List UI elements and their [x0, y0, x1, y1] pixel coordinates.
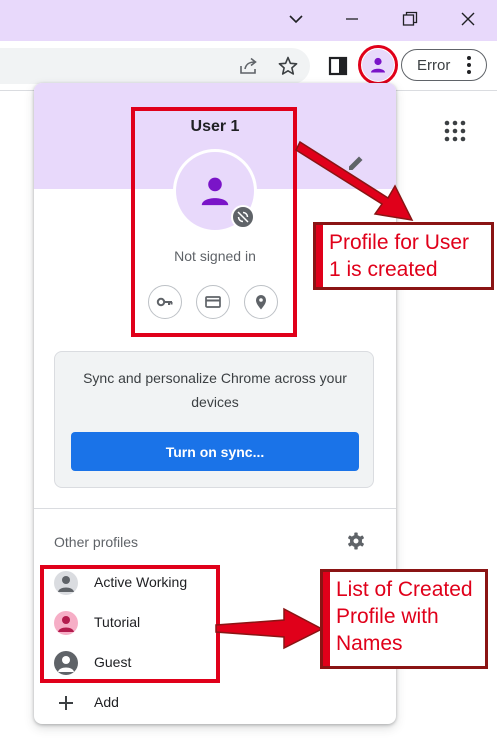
side-panel-button[interactable]: [326, 54, 350, 78]
bookmark-button[interactable]: [276, 54, 300, 78]
profiles-list-highlight-box: [40, 565, 220, 683]
more-vert-icon[interactable]: [466, 55, 472, 75]
tab-search-button[interactable]: [274, 0, 318, 38]
other-profiles-heading: Other profiles: [54, 534, 139, 550]
star-icon: [278, 56, 298, 75]
sync-promo-card: Sync and personalize Chrome across your …: [54, 351, 374, 488]
chevron-down-icon: [289, 15, 303, 24]
profile-created-callout-text: Profile for User 1 is created: [323, 225, 491, 287]
minimize-button[interactable]: [330, 0, 374, 38]
title-bar: [0, 0, 497, 41]
close-window-button[interactable]: [446, 0, 490, 38]
side-panel-icon: [328, 56, 348, 76]
gear-icon[interactable]: [346, 531, 366, 551]
plus-icon: [59, 696, 73, 710]
profile-created-callout: Profile for User 1 is created: [313, 222, 494, 290]
sync-promo-text: Sync and personalize Chrome across your …: [83, 370, 347, 410]
restore-button[interactable]: [388, 0, 432, 38]
share-button[interactable]: [237, 54, 261, 78]
section-divider: [34, 508, 396, 509]
error-chip-label: Error: [417, 57, 451, 74]
profiles-list-callout: List of Created Profile with Names: [320, 569, 488, 669]
profile-button-highlight: [358, 45, 398, 85]
error-chip[interactable]: Error: [401, 49, 487, 81]
pencil-icon[interactable]: [346, 153, 366, 173]
close-icon: [461, 12, 475, 26]
apps-grid-icon[interactable]: [444, 120, 466, 142]
share-icon: [240, 57, 257, 74]
screenshot-root: Error es User 1 Not signed in Sync: [0, 0, 497, 752]
profiles-list-callout-text: List of Created Profile with Names: [330, 572, 485, 666]
address-bar[interactable]: [0, 48, 310, 84]
minimize-icon: [346, 18, 358, 20]
add-profile-label: Add: [94, 694, 119, 710]
turn-on-sync-button[interactable]: Turn on sync...: [71, 432, 359, 471]
add-profile-button[interactable]: Add: [34, 683, 396, 723]
profile-highlight-box: [131, 107, 297, 337]
restore-icon: [402, 11, 418, 26]
